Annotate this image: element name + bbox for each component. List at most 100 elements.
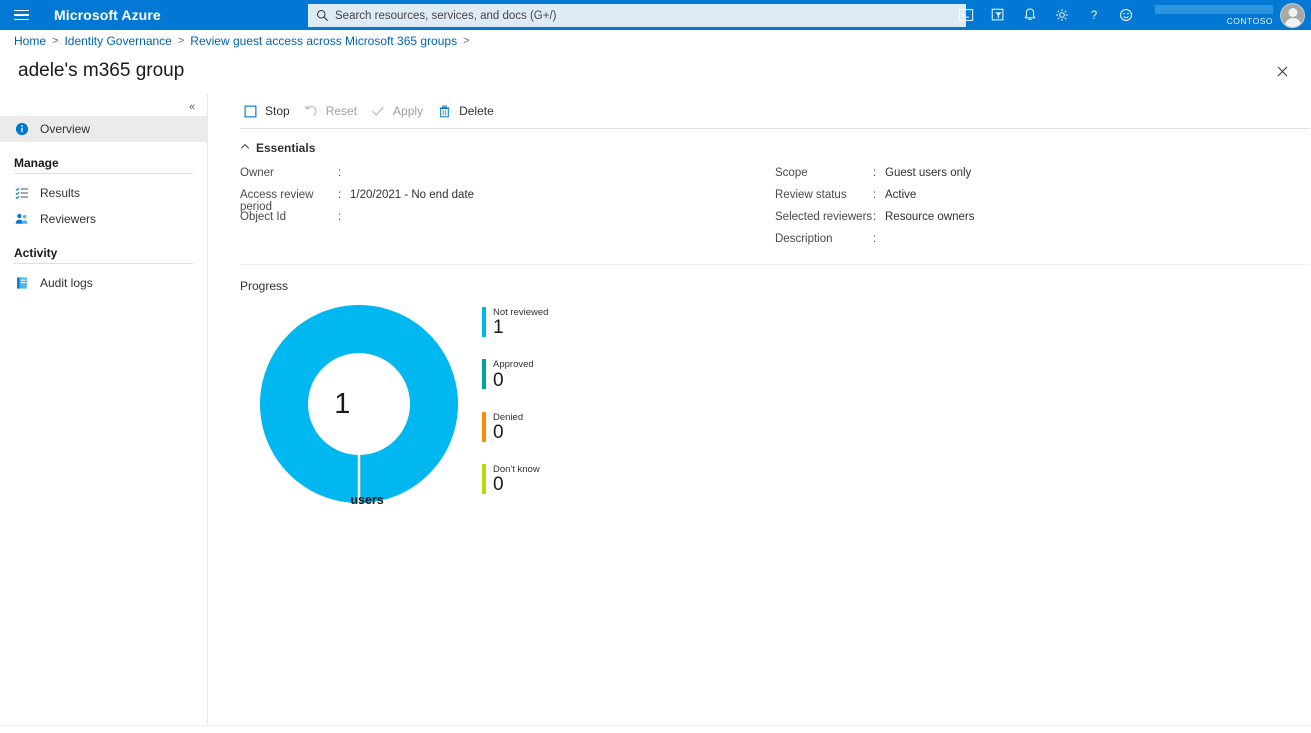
sidebar-item-results[interactable]: Results xyxy=(0,180,207,206)
top-navigation-bar: Microsoft Azure xyxy=(0,0,1311,30)
sidebar-item-label: Reviewers xyxy=(40,212,96,226)
legend-swatch-not-reviewed xyxy=(482,307,486,337)
essentials-section: Essentials Owner : Access review period … xyxy=(226,129,1311,265)
info-circle-icon xyxy=(14,121,30,137)
essentials-column-left: Owner : Access review period : 1/20/2021… xyxy=(240,167,775,255)
legend-item-approved[interactable]: Approved 0 xyxy=(482,359,548,390)
progress-title: Progress xyxy=(240,279,1310,293)
legend-item-dont-know[interactable]: Don't know 0 xyxy=(482,464,548,495)
directory-filter-icon[interactable] xyxy=(982,0,1014,30)
sidebar-item-reviewers[interactable]: Reviewers xyxy=(0,206,207,232)
essentials-row-object-id: Object Id : xyxy=(240,211,775,233)
essentials-colon: : xyxy=(873,233,885,245)
legend-value: 0 xyxy=(493,371,534,391)
global-search-box[interactable] xyxy=(308,4,966,27)
essentials-row-scope: Scope : Guest users only xyxy=(775,167,1310,189)
legend-value: 0 xyxy=(493,423,523,443)
essentials-label: Scope xyxy=(775,167,873,179)
donut-center-label: 1 users xyxy=(254,299,464,509)
legend-label: Approved xyxy=(493,359,534,370)
apply-button[interactable]: Apply xyxy=(368,97,434,125)
sidebar-item-overview[interactable]: Overview xyxy=(0,116,207,142)
reset-button[interactable]: Reset xyxy=(301,97,368,125)
stop-button[interactable]: Stop xyxy=(240,97,301,125)
essentials-value: 1/20/2021 - No end date xyxy=(350,189,474,201)
legend-text: Not reviewed 1 xyxy=(493,307,548,338)
essentials-toggle[interactable]: Essentials xyxy=(240,141,1310,155)
account-name-redacted xyxy=(1155,5,1273,14)
stop-button-label: Stop xyxy=(265,104,290,118)
sidebar-group-activity: Activity xyxy=(0,232,207,263)
essentials-row-review-status: Review status : Active xyxy=(775,189,1310,211)
essentials-label: Object Id xyxy=(240,211,338,223)
breadcrumb-item-identity-governance[interactable]: Identity Governance xyxy=(64,34,171,48)
blade-bottom-strip xyxy=(0,725,1311,733)
feedback-smiley-icon[interactable] xyxy=(1110,0,1142,30)
chevron-up-icon xyxy=(240,141,250,155)
breadcrumb-separator: > xyxy=(178,35,184,47)
breadcrumb-item-review-guest-access[interactable]: Review guest access across Microsoft 365… xyxy=(190,34,457,48)
search-input[interactable] xyxy=(335,10,958,22)
cloud-shell-icon[interactable] xyxy=(950,0,982,30)
delete-button-label: Delete xyxy=(459,104,494,118)
search-icon xyxy=(316,9,329,22)
sidebar-item-label: Results xyxy=(40,186,80,200)
settings-gear-icon[interactable] xyxy=(1046,0,1078,30)
breadcrumb-separator: > xyxy=(463,35,469,47)
delete-trash-icon xyxy=(436,103,452,119)
user-avatar[interactable] xyxy=(1280,3,1305,28)
apply-check-icon xyxy=(370,103,386,119)
legend-item-not-reviewed[interactable]: Not reviewed 1 xyxy=(482,307,548,338)
hamburger-menu-icon[interactable] xyxy=(0,0,42,30)
sidebar-divider xyxy=(14,173,193,174)
sidebar-item-label: Overview xyxy=(40,122,90,136)
breadcrumb-separator: > xyxy=(52,35,58,47)
svg-text:?: ? xyxy=(1091,10,1097,22)
progress-legend: Not reviewed 1 Approved 0 xyxy=(482,307,548,495)
page-header: adele's m365 group xyxy=(0,52,1311,94)
sidebar-divider xyxy=(14,263,193,264)
help-question-icon[interactable]: ? xyxy=(1078,0,1110,30)
account-text: CONTOSO xyxy=(1155,5,1273,26)
essentials-value: Active xyxy=(885,189,916,201)
page-title: adele's m365 group xyxy=(18,60,184,82)
legend-text: Don't know 0 xyxy=(493,464,540,495)
command-toolbar: Stop Reset Apply xyxy=(226,94,1311,128)
notifications-bell-icon[interactable] xyxy=(1014,0,1046,30)
donut-total-value: 1 xyxy=(334,390,350,419)
collapse-sidebar-icon[interactable]: « xyxy=(183,98,201,116)
essentials-grid: Owner : Access review period : 1/20/2021… xyxy=(240,167,1310,255)
progress-donut-chart[interactable]: 1 users xyxy=(254,299,464,509)
essentials-colon: : xyxy=(338,211,350,223)
progress-section: Progress 1 users xyxy=(226,265,1311,509)
azure-brand-label[interactable]: Microsoft Azure xyxy=(54,7,161,23)
apply-button-label: Apply xyxy=(393,104,423,118)
legend-item-denied[interactable]: Denied 0 xyxy=(482,412,548,443)
donut-total-unit: users xyxy=(350,493,383,507)
blade-sidebar: « Overview Manage xyxy=(0,94,208,727)
account-menu[interactable]: CONTOSO xyxy=(1155,0,1305,30)
essentials-label: Description xyxy=(775,233,873,245)
essentials-label: Owner xyxy=(240,167,338,179)
essentials-row-description: Description : xyxy=(775,233,1310,255)
sidebar-item-audit-logs[interactable]: Audit logs xyxy=(0,270,207,296)
breadcrumb: Home > Identity Governance > Review gues… xyxy=(0,30,1311,52)
essentials-value: Resource owners xyxy=(885,211,974,223)
essentials-label: Review status xyxy=(775,189,873,201)
close-blade-icon[interactable] xyxy=(1271,60,1293,82)
breadcrumb-item-home[interactable]: Home xyxy=(14,34,46,48)
essentials-colon: : xyxy=(873,189,885,201)
delete-button[interactable]: Delete xyxy=(434,97,505,125)
sidebar-item-label: Audit logs xyxy=(40,276,93,290)
reset-button-label: Reset xyxy=(326,104,357,118)
sidebar-group-manage: Manage xyxy=(0,142,207,173)
legend-text: Denied 0 xyxy=(493,412,523,443)
essentials-colon: : xyxy=(873,167,885,179)
legend-swatch-dont-know xyxy=(482,464,486,494)
audit-logs-book-icon xyxy=(14,275,30,291)
stop-square-icon xyxy=(242,103,258,119)
reset-undo-icon xyxy=(303,103,319,119)
legend-value: 1 xyxy=(493,318,548,338)
reviewers-people-icon xyxy=(14,211,30,227)
essentials-row-owner: Owner : xyxy=(240,167,775,189)
